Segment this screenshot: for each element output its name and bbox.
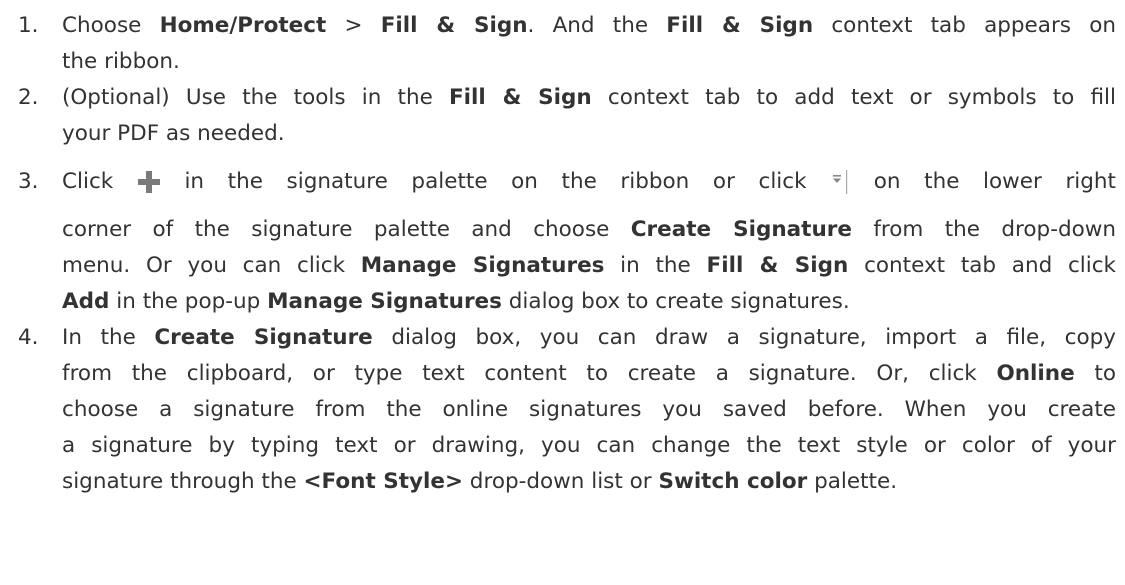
bold-text: Home (159, 13, 230, 38)
step-line: (Optional) Use the tools in the Fill & S… (62, 80, 1116, 116)
bold-text: Create Signature (630, 217, 852, 242)
dropdown-arrow-icon (830, 169, 850, 195)
step-line: In the Create Signature dialog box, you … (62, 320, 1116, 356)
step-2: 2. (Optional) Use the tools in the Fill … (8, 80, 1116, 152)
text: in the (604, 253, 707, 278)
text: Choose (62, 13, 160, 38)
text: menu. Or you can click (62, 253, 361, 278)
text: palette. (807, 469, 898, 494)
bold-text: Protect (237, 13, 327, 38)
bold-text: Fill & Sign (666, 13, 814, 38)
bold-text: Manage Signatures (360, 253, 605, 278)
plus-icon (137, 170, 161, 194)
text: the ribbon. (62, 49, 180, 74)
step-line: from the clipboard, or type text content… (62, 356, 1116, 392)
step-number: 4. (18, 325, 39, 350)
text: corner of the signature palette and choo… (62, 217, 631, 242)
text: choose a signature from the online signa… (62, 397, 1116, 422)
bold-text: Fill & Sign (380, 13, 528, 38)
text: a signature by typing text or drawing, y… (62, 433, 1116, 458)
step-line: signature through the <Font Style> drop-… (62, 464, 1116, 500)
bold-text: Fill & Sign (706, 253, 849, 278)
bold-text: Manage Signatures (267, 289, 502, 314)
text: context tab appears on (813, 13, 1116, 38)
step-line: corner of the signature palette and choo… (62, 212, 1116, 248)
step-line: menu. Or you can click Manage Signatures… (62, 248, 1116, 284)
text: in the signature palette on the ribbon o… (184, 169, 807, 194)
step-line: Click in the signature palette on the ri… (62, 152, 1116, 212)
text: > (326, 13, 381, 38)
text: on the lower right (873, 169, 1116, 194)
instruction-steps: 1. Choose Home/Protect > Fill & Sign. An… (8, 8, 1116, 500)
step-line: a signature by typing text or drawing, y… (62, 428, 1116, 464)
text: . And the (527, 13, 667, 38)
text: In the (62, 325, 155, 350)
step-line: Add in the pop-up Manage Signatures dial… (62, 284, 1116, 320)
step-3: 3. Click in the signature palette on the… (8, 152, 1116, 320)
bold-text: Fill & Sign (448, 85, 592, 110)
text: signature through the (62, 469, 304, 494)
text: from the drop-down (851, 217, 1116, 242)
step-number: 2. (18, 85, 39, 110)
bold-text: Online (996, 361, 1075, 386)
step-number: 1. (18, 13, 39, 38)
text: to (1074, 361, 1116, 386)
step-line: the ribbon. (62, 44, 1116, 80)
step-number: 3. (18, 169, 39, 194)
step-line: Choose Home/Protect > Fill & Sign. And t… (62, 8, 1116, 44)
text: from the clipboard, or type text content… (62, 361, 997, 386)
bold-text: <Font Style> (303, 469, 463, 494)
text: your PDF as needed. (62, 121, 285, 146)
bold-text: Create Signature (154, 325, 373, 350)
text: (Optional) Use the tools in the (62, 85, 449, 110)
step-4: 4. In the Create Signature dialog box, y… (8, 320, 1116, 500)
text: dialog box, you can draw a signature, im… (372, 325, 1116, 350)
step-line: choose a signature from the online signa… (62, 392, 1116, 428)
text: dialog box to create signatures. (501, 289, 850, 314)
text: in the pop-up (109, 289, 268, 314)
text: drop-down list or (462, 469, 659, 494)
step-1: 1. Choose Home/Protect > Fill & Sign. An… (8, 8, 1116, 80)
text: context tab to add text or symbols to fi… (591, 85, 1116, 110)
text: Click (62, 169, 114, 194)
bold-text: Switch color (658, 469, 808, 494)
step-line: your PDF as needed. (62, 116, 1116, 152)
text: context tab and click (848, 253, 1117, 278)
bold-text: Add (62, 289, 110, 314)
